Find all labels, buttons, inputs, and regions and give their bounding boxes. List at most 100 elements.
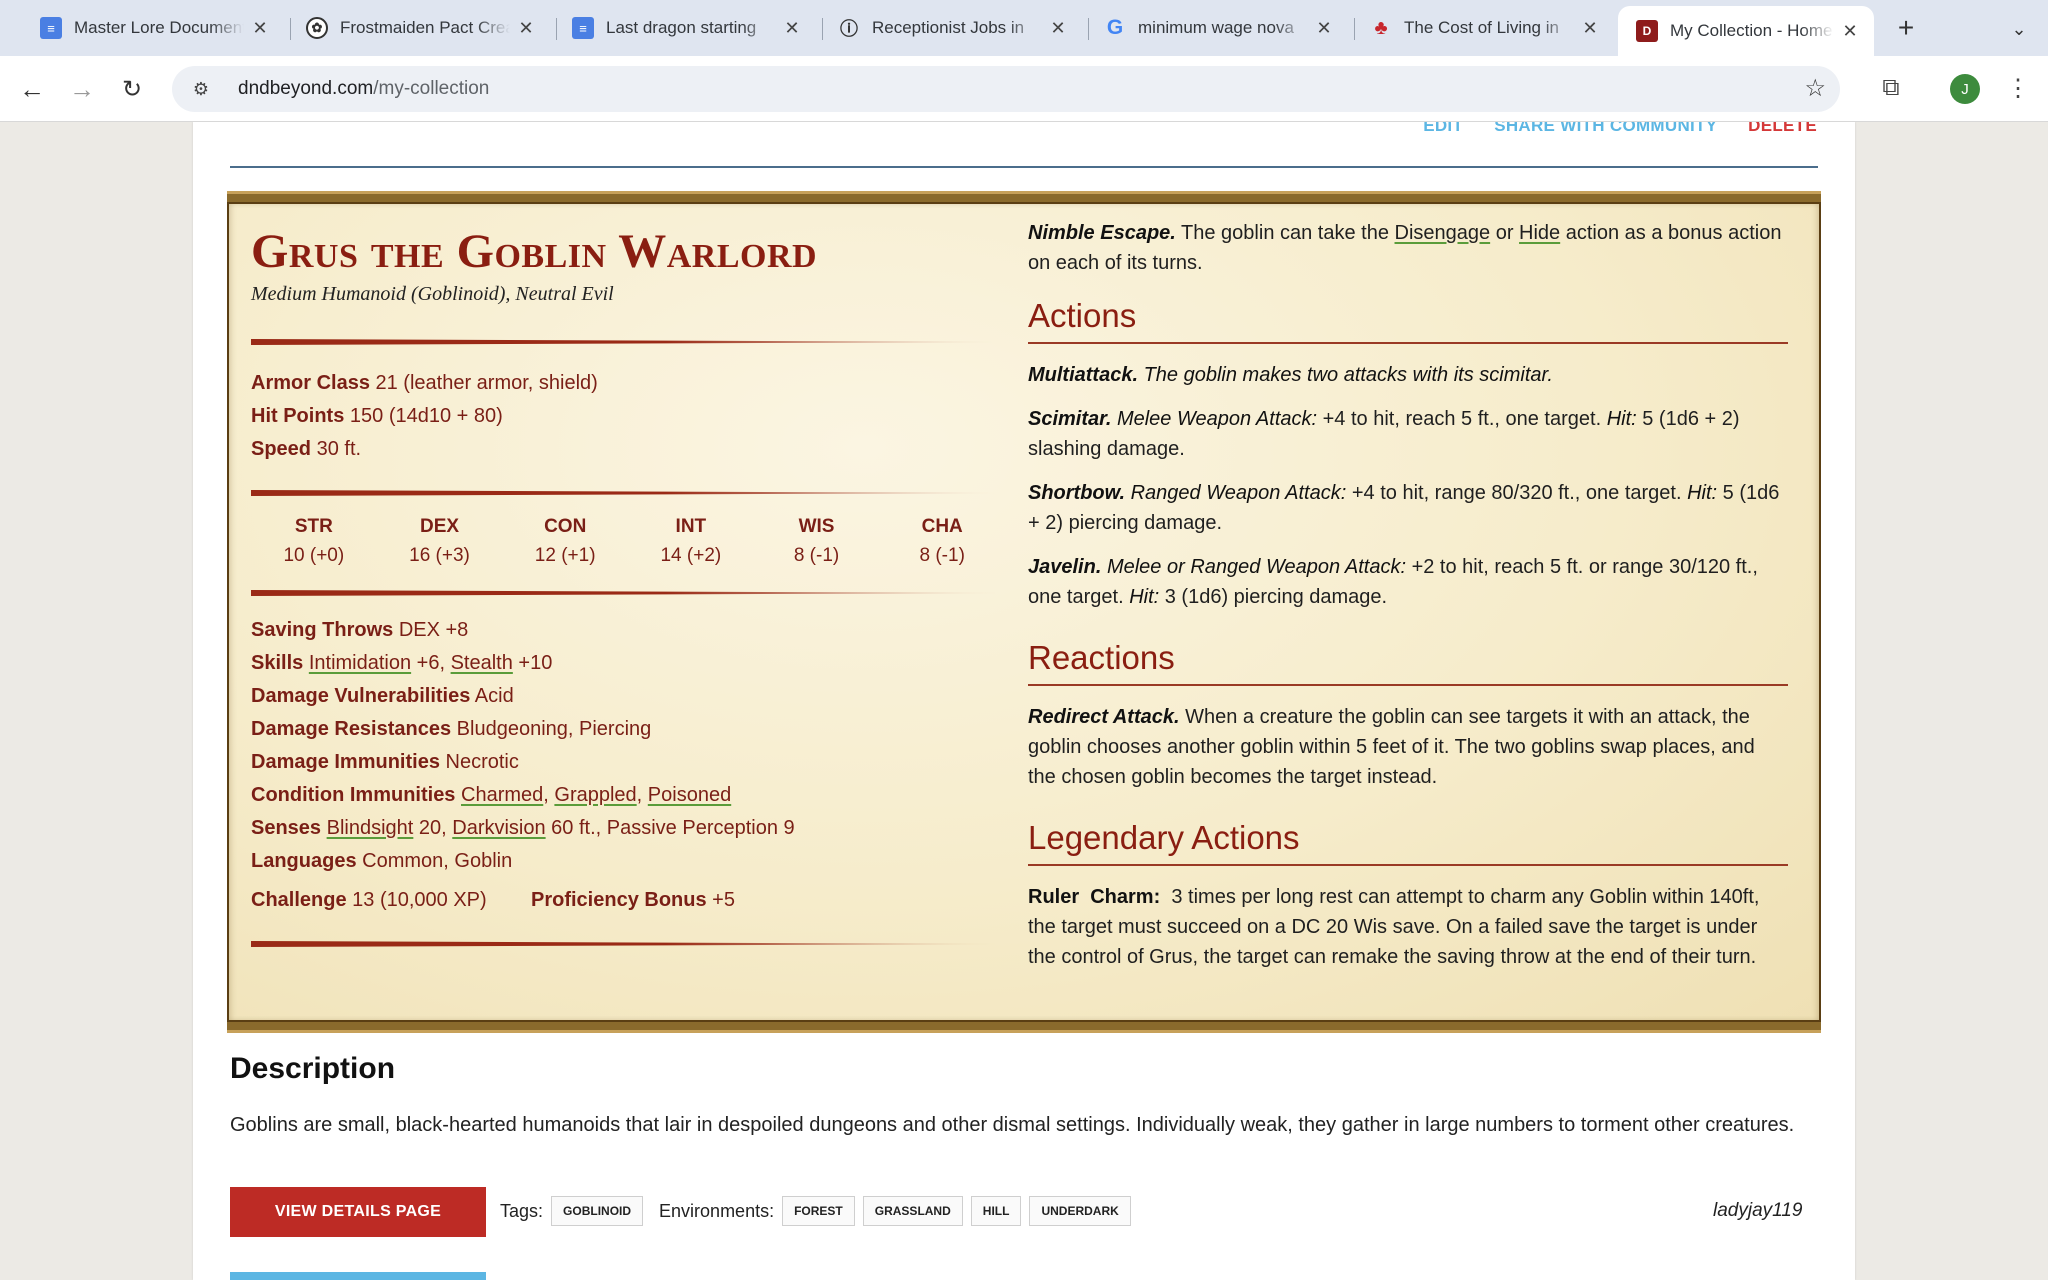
condition-link-grappled[interactable]: Grappled — [554, 784, 636, 806]
speed: Speed 30 ft. — [251, 433, 1005, 466]
damage-resistances: Damage Resistances Bludgeoning, Piercing — [251, 713, 1005, 746]
edit-link[interactable]: EDIT — [1423, 122, 1463, 135]
prop-label: Senses — [251, 817, 322, 839]
forward-button[interactable]: → — [64, 71, 100, 107]
close-icon[interactable]: ✕ — [1580, 18, 1600, 39]
attack-type: Melee or Ranged Weapon Attack: — [1106, 556, 1407, 578]
sense-value: 20, — [413, 817, 453, 839]
site-info-icon[interactable]: ⚙ — [186, 79, 216, 100]
tab-my-collection[interactable]: D My Collection - Home ✕ — [1618, 6, 1874, 56]
prop-label: Skills — [251, 652, 304, 674]
attack-type: Melee Weapon Attack: — [1116, 408, 1318, 430]
close-icon[interactable]: ✕ — [1840, 21, 1860, 42]
action-name: Scimitar. — [1028, 408, 1112, 430]
share-community-link[interactable]: SHARE WITH COMMUNITY — [1494, 122, 1717, 135]
prop-label: Speed — [251, 438, 312, 460]
skill-link-stealth[interactable]: Stealth — [451, 652, 513, 674]
author-name[interactable]: ladyjay119 — [1713, 1200, 1802, 1222]
more-menu-icon[interactable]: ⋮ — [2000, 70, 2036, 106]
rule-link-disengage[interactable]: Disengage — [1395, 222, 1491, 244]
damage-text: 3 (1d6) piercing damage. — [1159, 586, 1388, 608]
condition-link-poisoned[interactable]: Poisoned — [648, 784, 731, 806]
env-tag-underdark[interactable]: UNDERDARK — [1029, 1196, 1131, 1226]
tab-master-lore[interactable]: ≡ Master Lore Document ✕ — [22, 8, 284, 48]
rule-link-hide[interactable]: Hide — [1519, 222, 1560, 244]
chevron-down-icon[interactable]: ⌄ — [2002, 12, 2036, 46]
close-icon[interactable]: ✕ — [1048, 18, 1068, 39]
action-text: +4 to hit, range 80/320 ft., one target. — [1346, 482, 1688, 504]
reload-button[interactable]: ↻ — [114, 71, 150, 107]
extensions-icon[interactable]: ⧉ — [1873, 70, 1909, 106]
ability-name: DEX — [419, 516, 460, 537]
back-button[interactable]: ← — [14, 71, 50, 107]
action-javelin: Javelin. Melee or Ranged Weapon Attack: … — [1028, 552, 1788, 612]
challenge-row: Challenge 13 (10,000 XP) Proficiency Bon… — [251, 884, 1005, 917]
section-title-reactions: Reactions — [1028, 638, 1788, 686]
page-viewport: EDIT SHARE WITH COMMUNITY DELETE Grus th… — [0, 122, 2048, 1280]
profile-avatar[interactable]: J — [1950, 74, 1980, 104]
close-icon[interactable]: ✕ — [782, 18, 802, 39]
ability-scores: STR 10 (+0) DEX 16 (+3) CON 12 (+1) INT 14 (… — [251, 512, 1005, 570]
ability-str: STR 10 (+0) — [251, 512, 377, 570]
prop-value: 13 (10,000 XP) — [352, 889, 487, 911]
env-tag-hill[interactable]: HILL — [970, 1196, 1022, 1226]
ability-wis: WIS 8 (-1) — [754, 512, 880, 570]
action-multiattack: Multiattack. The goblin makes two attack… — [1028, 360, 1788, 390]
env-tag-forest[interactable]: FOREST — [782, 1196, 855, 1226]
prop-value: Bludgeoning, Piercing — [456, 718, 652, 740]
condition-link-charmed[interactable]: Charmed — [461, 784, 543, 806]
view-details-button[interactable]: VIEW DETAILS PAGE — [230, 1187, 486, 1237]
action-name: Multiattack. — [1028, 364, 1139, 386]
skill-bonus: +10 — [512, 652, 553, 674]
monster-meta: Medium Humanoid (Goblinoid), Neutral Evi… — [251, 283, 614, 305]
separator: , — [636, 784, 648, 806]
ability-int: INT 14 (+2) — [628, 512, 754, 570]
legendary-name: Ruler Charm: — [1028, 886, 1161, 908]
url-text[interactable]: dndbeyond.com/my-collection — [238, 78, 489, 100]
trait-text: or — [1490, 222, 1520, 244]
tab-cost-of-living[interactable]: ♣ The Cost of Living in ✕ — [1352, 8, 1614, 48]
sense-link-blindsight[interactable]: Blindsight — [327, 817, 414, 839]
close-icon[interactable]: ✕ — [250, 18, 270, 39]
ability-name: INT — [675, 516, 707, 537]
hit-label: Hit: — [1129, 586, 1160, 608]
ability-name: WIS — [798, 516, 835, 537]
chatgpt-icon: ✿ — [306, 17, 328, 39]
close-icon[interactable]: ✕ — [516, 18, 536, 39]
legendary-ruler-charm: Ruler Charm: 3 times per long rest can a… — [1028, 882, 1788, 972]
tab-last-dragon[interactable]: ≡ Last dragon starting ✕ — [554, 8, 816, 48]
google-icon: G — [1106, 16, 1124, 39]
skill-link-intimidation[interactable]: Intimidation — [309, 652, 411, 674]
docs-icon: ≡ — [40, 17, 62, 39]
ability-name: CHA — [921, 516, 963, 537]
ability-mod: (+3) — [435, 545, 470, 566]
tag-goblinoid[interactable]: GOBLINOID — [551, 1196, 644, 1226]
address-bar[interactable]: ⚙ dndbeyond.com/my-collection ☆ — [172, 66, 1840, 112]
prop-label: Saving Throws — [251, 619, 394, 641]
tab-minimum-wage[interactable]: G minimum wage nova ✕ — [1086, 8, 1348, 48]
prop-label: Armor Class — [251, 372, 370, 394]
ability-mod: (+0) — [309, 545, 345, 566]
ability-mod: (-1) — [809, 545, 840, 566]
sense-link-darkvision[interactable]: Darkvision — [452, 817, 545, 839]
tab-title: Receptionist Jobs in — [872, 18, 1025, 37]
env-tag-grassland[interactable]: GRASSLAND — [862, 1196, 963, 1226]
new-tab-button[interactable]: + — [1888, 10, 1924, 46]
section-title-legendary-actions: Legendary Actions — [1028, 818, 1788, 866]
ability-score: 8 — [793, 545, 805, 566]
stat-block-right: Nimble Escape. The goblin can take the D… — [1028, 218, 1788, 986]
prop-value: DEX +8 — [398, 619, 469, 641]
ability-mod: (+1) — [561, 545, 596, 566]
tab-strip: ≡ Master Lore Document ✕ ✿ Frostmaiden P… — [0, 0, 2048, 56]
saving-throws: Saving Throws DEX +8 — [251, 614, 1005, 647]
bookmark-star-icon[interactable]: ☆ — [1804, 74, 1826, 103]
description-text: Goblins are small, black-hearted humanoi… — [230, 1114, 1795, 1136]
secondary-button[interactable] — [230, 1272, 486, 1280]
close-icon[interactable]: ✕ — [1314, 18, 1334, 39]
trait-nimble-escape: Nimble Escape. The goblin can take the D… — [1028, 218, 1788, 278]
tab-receptionist[interactable]: ⓘ Receptionist Jobs in ✕ — [820, 8, 1082, 48]
delete-link[interactable]: DELETE — [1748, 122, 1817, 135]
tab-frostmaiden[interactable]: ✿ Frostmaiden Pact Creator ✕ — [288, 8, 550, 48]
prop-value: +5 — [712, 889, 735, 911]
tags-row: Tags: GOBLINOID Environments: FOREST GRA… — [500, 1196, 1139, 1226]
